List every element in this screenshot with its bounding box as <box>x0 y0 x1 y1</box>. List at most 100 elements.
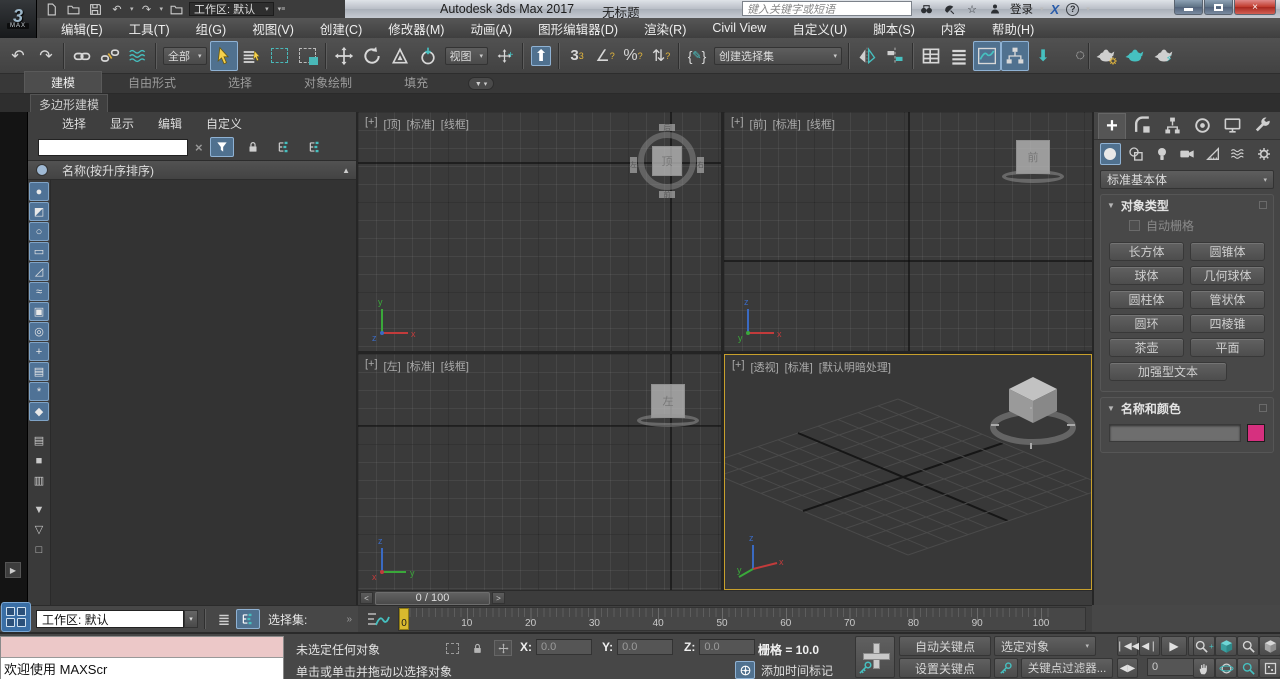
primitive-button[interactable]: 茶壶 <box>1109 338 1184 357</box>
viewport-left[interactable]: [+] [左] [标准] [线框] 左 z y x <box>358 354 721 590</box>
close-button[interactable]: × <box>1234 0 1276 15</box>
previous-frame-button[interactable]: ◀❘ <box>1139 636 1160 656</box>
percent-snap-toggle[interactable]: %? <box>619 41 647 71</box>
help-caret-icon[interactable]: ▾ <box>1086 5 1090 13</box>
help-icon[interactable]: ? <box>1066 3 1079 16</box>
search-filter-icon[interactable] <box>210 137 234 157</box>
explorer-menu-item[interactable]: 显示 <box>98 115 146 132</box>
communication-center-icon[interactable] <box>941 2 957 16</box>
zoom-all-button[interactable]: + <box>1193 636 1215 656</box>
viewcube-right-tab[interactable]: 右 <box>697 157 704 173</box>
tab-modify[interactable] <box>1128 113 1156 139</box>
qat-overflow-icon[interactable]: ▾≡ <box>278 5 286 13</box>
tab-hierarchy[interactable] <box>1158 113 1186 139</box>
ribbon-tab[interactable]: 选择 <box>202 72 278 93</box>
curve-editor-button[interactable] <box>973 41 1001 71</box>
viewcube-left-face[interactable]: 左 <box>651 384 685 418</box>
search-input[interactable]: 键入关键字或短语 <box>742 1 912 16</box>
x-coordinate-field[interactable]: 0.0 <box>536 639 592 655</box>
undo-icon[interactable]: ↶ <box>108 2 126 17</box>
primitive-button[interactable]: 几何球体 <box>1190 266 1265 285</box>
viewport-menu-pov[interactable]: [顶] <box>384 116 401 132</box>
toggle-hidden-icon[interactable]: ◆ <box>29 402 49 421</box>
workspace-selector-caret-icon[interactable]: ▾ <box>184 610 198 628</box>
select-and-scale-button[interactable] <box>386 41 414 71</box>
toggle-space-warps-icon[interactable]: ≈ <box>29 282 49 301</box>
primitive-button[interactable]: 圆锥体 <box>1190 242 1265 261</box>
explorer-column-header[interactable]: 名称(按升序排序) ▲ <box>28 160 356 180</box>
toggle-materials-icon[interactable]: ▣ <box>29 302 49 321</box>
explorer-menu-item[interactable]: 自定义 <box>194 115 254 132</box>
align-button[interactable] <box>881 41 909 71</box>
macro-recorder-pane[interactable] <box>1 637 283 658</box>
category-lights-icon[interactable] <box>1151 143 1172 165</box>
category-shapes-icon[interactable] <box>1126 143 1147 165</box>
object-type-rollout-header[interactable]: ▼ 对象类型 <box>1101 195 1273 215</box>
menu-item-h[interactable]: 帮助(H) <box>979 18 1047 38</box>
toggle-shapes-icon[interactable]: ◩ <box>29 202 49 221</box>
menu-item-v[interactable]: 视图(V) <box>239 18 307 38</box>
key-mode-dropdown[interactable]: 选定对象▾ <box>994 636 1096 656</box>
primitive-button[interactable]: 四棱锥 <box>1190 314 1265 333</box>
viewcube-left-tab[interactable]: 左 <box>630 157 637 173</box>
flat-view-icon[interactable]: ■ <box>29 451 49 470</box>
signin-caret-icon[interactable]: ▾ <box>1040 5 1044 13</box>
use-pivot-point-center-button[interactable]: + <box>491 41 519 71</box>
undo-caret[interactable]: ▾ <box>130 5 134 13</box>
filter-icon[interactable]: ▽ <box>29 520 49 539</box>
viewport-layout-button[interactable] <box>1 602 31 632</box>
set-keys-button[interactable] <box>855 636 895 678</box>
signin-label[interactable]: 登录 <box>1010 1 1033 17</box>
category-spacewarps-icon[interactable] <box>1228 143 1249 165</box>
ribbon-display-toggle-icon[interactable]: ▼ ▾ <box>468 77 494 90</box>
z-coordinate-field[interactable]: 0.0 <box>699 639 755 655</box>
primitive-button[interactable]: 圆环 <box>1109 314 1184 333</box>
mini-curve-editor-icon[interactable] <box>366 611 390 629</box>
primitive-button[interactable]: 加强型文本 <box>1109 362 1227 381</box>
search-help-icon[interactable] <box>918 2 934 16</box>
category-systems-icon[interactable] <box>1253 143 1274 165</box>
primitive-button[interactable]: 平面 <box>1190 338 1265 357</box>
open-file-icon[interactable] <box>64 2 82 17</box>
auto-key-button[interactable]: 自动关键点 <box>899 636 991 656</box>
previous-frame-arrow[interactable]: < <box>360 592 373 604</box>
viewcube-front-tab[interactable]: 前 <box>659 191 675 198</box>
viewcube-back-tab[interactable]: 后 <box>659 124 675 131</box>
signin-person-icon[interactable] <box>987 2 1003 16</box>
explorer-menu-item[interactable]: 选择 <box>50 115 98 132</box>
exchange-apps-icon[interactable]: X <box>1051 2 1060 17</box>
category-cameras-icon[interactable] <box>1177 143 1198 165</box>
edit-named-selection-sets-button[interactable]: {✎} <box>683 41 711 71</box>
listener-pane[interactable]: 欢迎使用 MAXScr <box>1 658 283 679</box>
viewcube-compass-ring[interactable] <box>637 414 699 427</box>
track-bar-ruler[interactable]: 0 102030405060708090100 <box>398 607 1086 631</box>
tab-create[interactable]: + <box>1098 113 1126 139</box>
select-and-manipulate-button[interactable]: ⬆ <box>527 41 555 71</box>
render-setup-button[interactable] <box>1093 41 1121 71</box>
viewport-menu-general[interactable]: [+] <box>732 359 745 375</box>
viewport-front[interactable]: [+] [前] [标准] [线框] 前 z x y <box>724 112 1092 351</box>
object-color-swatch[interactable] <box>1247 424 1265 442</box>
toggle-frozen-icon[interactable]: * <box>29 382 49 401</box>
ribbon-tab[interactable]: 自由形式 <box>102 72 202 93</box>
set-key-button[interactable]: 设置关键点 <box>899 658 991 678</box>
mirror-button[interactable] <box>853 41 881 71</box>
angle-snap-toggle[interactable]: ∠? <box>591 41 619 71</box>
select-object-button[interactable] <box>210 41 238 71</box>
maximize-viewport-toggle[interactable] <box>1259 658 1280 678</box>
maximize-button[interactable] <box>1204 0 1233 15</box>
viewport-menu-pov[interactable]: [透视] <box>751 359 779 375</box>
scene-explorer-toggle-icon[interactable] <box>236 609 260 629</box>
reference-coordsys-dropdown[interactable]: 视图▾ <box>445 47 489 65</box>
undo-button[interactable]: ↶ <box>4 41 32 71</box>
list-view-icon[interactable]: ▤ <box>29 431 49 450</box>
bind-to-space-warp-button[interactable] <box>124 41 152 71</box>
workspace-dropdown[interactable]: 工作区: 默认 ▾ <box>189 2 274 16</box>
toggle-cameras-icon[interactable]: ▭ <box>29 242 49 261</box>
viewcube-compass-ring[interactable] <box>1002 170 1064 183</box>
viewport-menu-pov[interactable]: [左] <box>384 358 401 374</box>
viewport-menu-shading[interactable]: [线框] <box>441 358 469 374</box>
unlink-selection-button[interactable] <box>96 41 124 71</box>
key-mode-toggle[interactable]: ◀▶ <box>1117 658 1138 678</box>
play-button[interactable]: ▶ <box>1161 636 1187 656</box>
